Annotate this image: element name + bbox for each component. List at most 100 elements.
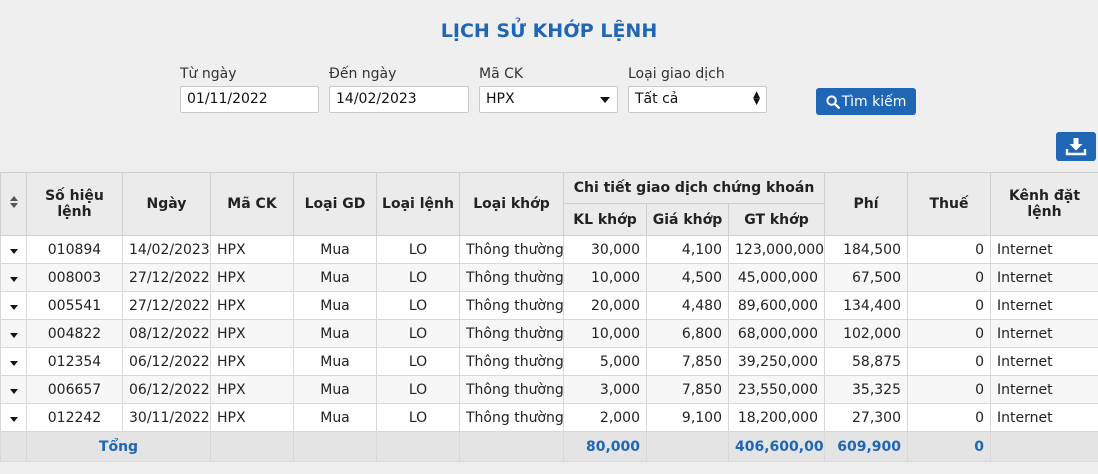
row-expand-toggle[interactable] — [0, 375, 27, 404]
from-date-label: Từ ngày — [180, 66, 237, 82]
col-match-type: Loại khớp — [459, 172, 564, 236]
cell-order-no: 010894 — [26, 235, 123, 264]
sort-toggle[interactable] — [0, 172, 27, 236]
row-expand-toggle[interactable] — [0, 263, 27, 292]
cell-date: 06/12/2022 — [122, 347, 211, 376]
table-row[interactable]: 005541 27/12/2022 HPX Mua LO Thông thường 20,0… — [0, 291, 1098, 320]
cell-code: HPX — [210, 291, 294, 320]
search-button[interactable]: Tìm kiếm — [816, 88, 916, 115]
trade-type-select[interactable]: Tất cả ▲ ▼ — [628, 86, 767, 113]
cell-order-type: LO — [376, 347, 460, 376]
table-row[interactable]: 010894 14/02/2023 HPX Mua LO Thông thường 30,0… — [0, 235, 1098, 264]
chevron-down-icon — [600, 97, 610, 103]
row-expand-toggle[interactable] — [0, 291, 27, 320]
cell-qty: 30,000 — [563, 235, 647, 264]
cell-value: 68,000,000 — [728, 319, 825, 348]
download-icon — [1065, 138, 1087, 156]
cell-channel: Internet — [990, 291, 1098, 320]
cell-date: 14/02/2023 — [122, 235, 211, 264]
totals-label: Tổng — [26, 431, 211, 462]
cell-tax: 0 — [907, 235, 991, 264]
table-row[interactable]: 012242 30/11/2022 HPX Mua LO Thông thường 2,00… — [0, 403, 1098, 432]
cell-order-no: 012242 — [26, 403, 123, 432]
caret-down-icon — [9, 304, 18, 310]
col-trade-type: Loại GD — [293, 172, 377, 236]
cell-order-type: LO — [376, 319, 460, 348]
col-date: Ngày — [122, 172, 211, 236]
cell-trade-type: Mua — [293, 375, 377, 404]
total-value: 406,600,000 — [728, 431, 825, 462]
match-history-table: Số hiệu lệnh Ngày Mã CK Loại GD Loại lện… — [0, 172, 1098, 462]
cell-code: HPX — [210, 319, 294, 348]
table-row[interactable]: 008003 27/12/2022 HPX Mua LO Thông thường 10,0… — [0, 263, 1098, 292]
table-row[interactable]: 006657 06/12/2022 HPX Mua LO Thông thường 3,00… — [0, 375, 1098, 404]
cell-fee: 67,500 — [824, 263, 908, 292]
cell-code: HPX — [210, 347, 294, 376]
from-date-group: Từ ngày 01/11/2022 — [180, 66, 319, 113]
cell-value: 89,600,000 — [728, 291, 825, 320]
cell-price: 9,100 — [646, 403, 729, 432]
cell-order-no: 012354 — [26, 347, 123, 376]
total-tax: 0 — [907, 431, 991, 462]
row-expand-toggle[interactable] — [0, 235, 27, 264]
cell-order-no: 008003 — [26, 263, 123, 292]
col-channel: Kênh đặt lệnh — [990, 172, 1098, 236]
row-expand-toggle[interactable] — [0, 347, 27, 376]
cell-fee: 102,000 — [824, 319, 908, 348]
caret-down-icon — [9, 416, 18, 422]
col-value: GT khớp — [728, 203, 825, 236]
table-row[interactable]: 012354 06/12/2022 HPX Mua LO Thông thường 5,00… — [0, 347, 1098, 376]
cell-order-type: LO — [376, 375, 460, 404]
cell-qty: 10,000 — [563, 263, 647, 292]
caret-down-icon — [9, 360, 18, 366]
cell-tax: 0 — [907, 319, 991, 348]
cell-qty: 3,000 — [563, 375, 647, 404]
col-qty: KL khớp — [563, 203, 647, 236]
cell-match-type: Thông thường — [459, 347, 564, 376]
row-expand-toggle[interactable] — [0, 319, 27, 348]
total-fee: 609,900 — [824, 431, 908, 462]
cell-tax: 0 — [907, 263, 991, 292]
cell-code: HPX — [210, 403, 294, 432]
download-button[interactable] — [1056, 132, 1096, 161]
cell-fee: 58,875 — [824, 347, 908, 376]
cell-order-type: LO — [376, 263, 460, 292]
cell-price: 4,100 — [646, 235, 729, 264]
cell-match-type: Thông thường — [459, 319, 564, 348]
cell-code: HPX — [210, 263, 294, 292]
stock-code-select[interactable]: HPX — [479, 86, 618, 113]
stock-code-label: Mã CK — [479, 66, 524, 82]
cell-fee: 134,400 — [824, 291, 908, 320]
cell-code: HPX — [210, 375, 294, 404]
from-date-input[interactable]: 01/11/2022 — [180, 86, 319, 113]
cell-order-no: 005541 — [26, 291, 123, 320]
cell-tax: 0 — [907, 291, 991, 320]
col-order-type: Loại lệnh — [376, 172, 460, 236]
cell-trade-type: Mua — [293, 291, 377, 320]
cell-fee: 27,300 — [824, 403, 908, 432]
row-expand-toggle[interactable] — [0, 403, 27, 432]
cell-date: 27/12/2022 — [122, 291, 211, 320]
stock-code-value: HPX — [486, 91, 515, 107]
to-date-group: Đến ngày 14/02/2023 — [329, 66, 469, 113]
search-button-label: Tìm kiếm — [841, 93, 907, 110]
cell-trade-type: Mua — [293, 235, 377, 264]
cell-value: 39,250,000 — [728, 347, 825, 376]
cell-match-type: Thông thường — [459, 291, 564, 320]
cell-trade-type: Mua — [293, 319, 377, 348]
to-date-input[interactable]: 14/02/2023 — [329, 86, 469, 113]
cell-channel: Internet — [990, 263, 1098, 292]
cell-trade-type: Mua — [293, 403, 377, 432]
cell-channel: Internet — [990, 347, 1098, 376]
cell-qty: 10,000 — [563, 319, 647, 348]
cell-code: HPX — [210, 235, 294, 264]
cell-price: 4,480 — [646, 291, 729, 320]
cell-value: 18,200,000 — [728, 403, 825, 432]
col-tax: Thuế — [907, 172, 991, 236]
table-row[interactable]: 004822 08/12/2022 HPX Mua LO Thông thường 10,0… — [0, 319, 1098, 348]
sort-icon — [9, 196, 18, 208]
to-date-label: Đến ngày — [329, 66, 397, 82]
page-title: LỊCH SỬ KHỚP LỆNH — [440, 20, 658, 42]
search-icon — [826, 94, 840, 109]
cell-price: 7,850 — [646, 375, 729, 404]
